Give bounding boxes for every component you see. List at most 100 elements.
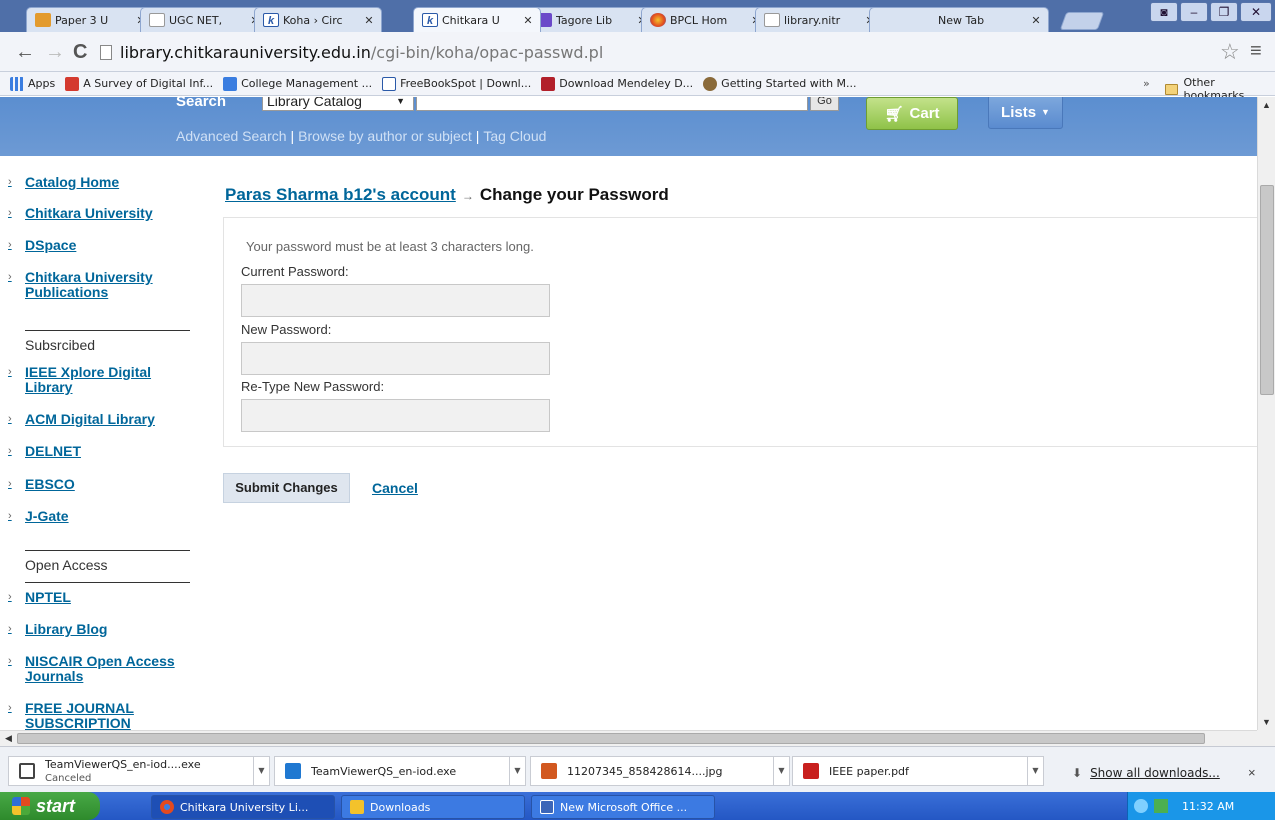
sidebar-item-chitkara[interactable]: › Chitkara University <box>8 206 153 221</box>
submit-changes-button[interactable]: Submit Changes <box>223 473 350 503</box>
tab-label: Tagore Lib <box>556 13 613 27</box>
bullet-icon: › <box>8 623 12 635</box>
teamviewer-icon <box>285 763 301 779</box>
download-filename: TeamViewerQS_en-iod.exe <box>311 764 457 778</box>
close-icon[interactable]: ✕ <box>522 14 534 27</box>
tab-bpcl-home[interactable]: BPCL Hom ✕ <box>641 7 769 32</box>
horizontal-scrollbar[interactable]: ◀ ▶ <box>0 730 1269 746</box>
back-arrow-icon[interactable]: ← <box>15 42 35 62</box>
bookmark-college-mgmt[interactable]: College Management ... <box>223 76 372 91</box>
scrollbar-thumb[interactable] <box>1260 185 1274 395</box>
chevron-down-icon[interactable]: ▼ <box>509 756 525 786</box>
bullet-icon: › <box>8 510 12 522</box>
tag-cloud-link[interactable]: Tag Cloud <box>483 128 546 144</box>
sidebar-item-free-journal[interactable]: › FREE JOURNAL SUBSCRIPTION <box>8 701 178 731</box>
current-password-label: Current Password: <box>241 264 349 279</box>
catalog-select[interactable]: Library Catalog ▼ <box>262 97 414 111</box>
task-downloads[interactable]: Downloads <box>341 795 525 819</box>
bookmarks-overflow-icon[interactable]: » <box>1143 77 1150 90</box>
forward-arrow-icon[interactable]: → <box>45 42 65 62</box>
minimize-icon[interactable]: – <box>1180 2 1208 22</box>
task-office[interactable]: New Microsoft Office ... <box>531 795 715 819</box>
vertical-scrollbar[interactable]: ▲ ▼ <box>1257 97 1275 730</box>
show-all-downloads[interactable]: ⬇ Show all downloads... <box>1072 766 1220 780</box>
hamburger-menu-icon[interactable]: ≡ <box>1250 40 1262 63</box>
scroll-up-icon[interactable]: ▲ <box>1262 100 1271 110</box>
download-item[interactable]: IEEE paper.pdf ▼ <box>792 756 1044 786</box>
user-icon[interactable]: ◙ <box>1150 2 1178 22</box>
sidebar-item-nptel[interactable]: › NPTEL <box>8 590 71 605</box>
google-sites-icon <box>223 76 238 91</box>
downloads-shelf: TeamViewerQS_en-iod....exe Canceled ▼ Te… <box>0 746 1275 792</box>
task-chrome[interactable]: Chitkara University Li... <box>151 795 335 819</box>
address-bar[interactable]: library.chitkarauniversity.edu.in/cgi-bi… <box>100 40 1194 64</box>
retype-password-field[interactable] <box>241 399 550 432</box>
new-tab-button[interactable] <box>1059 12 1105 30</box>
close-icon[interactable]: × <box>1248 765 1256 780</box>
reload-icon[interactable]: C <box>73 42 87 62</box>
scrollbar-corner <box>1257 730 1275 746</box>
current-password-field[interactable] <box>241 284 550 317</box>
advanced-search-link[interactable]: Advanced Search <box>176 128 287 144</box>
close-icon[interactable]: ✕ <box>363 14 375 27</box>
sidebar-item-catalog-home[interactable]: › Catalog Home <box>8 175 119 190</box>
close-window-icon[interactable]: ✕ <box>1240 2 1272 22</box>
cart-button[interactable]: 🛒︎ Cart <box>866 97 958 130</box>
tab-koha-circ[interactable]: k Koha › Circ ✕ <box>254 7 382 32</box>
start-button[interactable]: start <box>0 792 100 820</box>
tray-arrow-icon[interactable] <box>1134 799 1148 813</box>
sidebar-item-ebsco[interactable]: › EBSCO <box>8 477 75 492</box>
download-item[interactable]: TeamViewerQS_en-iod.exe ▼ <box>274 756 526 786</box>
sidebar-link-label: DSpace <box>25 237 77 253</box>
sidebar-item-niscair[interactable]: › NISCAIR Open Access Journals <box>8 654 203 684</box>
bookmark-mendeley[interactable]: Download Mendeley D... <box>541 76 693 91</box>
show-all-link[interactable]: Show all downloads... <box>1090 766 1220 780</box>
go-button[interactable]: Go <box>810 97 839 111</box>
sidebar-item-jgate[interactable]: › J-Gate <box>8 509 69 524</box>
account-link[interactable]: Paras Sharma b12's account <box>225 185 456 204</box>
scroll-left-icon[interactable]: ◀ <box>5 733 12 744</box>
tab-new-tab[interactable]: New Tab ✕ <box>869 7 1049 32</box>
sidebar-heading-subscribed: Subsrcibed <box>25 330 190 353</box>
chevron-down-icon[interactable]: ▼ <box>1027 756 1043 786</box>
bookmark-survey[interactable]: A Survey of Digital Inf... <box>65 76 213 91</box>
sidebar-item-acm[interactable]: › ACM Digital Library <box>8 412 155 427</box>
download-status: Canceled <box>45 772 92 784</box>
chevron-down-icon[interactable]: ▼ <box>253 756 269 786</box>
restore-icon[interactable]: ❐ <box>1210 2 1238 22</box>
sidebar-link-label: Chitkara University Publications <box>25 269 153 300</box>
search-input[interactable] <box>416 97 808 111</box>
network-icon[interactable] <box>1154 799 1168 813</box>
scrollbar-thumb[interactable] <box>17 733 1205 744</box>
download-item[interactable]: 11207345_858428614....jpg ▼ <box>530 756 790 786</box>
sidebar-item-dspace[interactable]: › DSpace <box>8 238 76 253</box>
scroll-down-icon[interactable]: ▼ <box>1262 717 1271 727</box>
password-hint: Your password must be at least 3 charact… <box>246 239 534 254</box>
cart-icon: 🛒︎ <box>884 105 904 123</box>
bookmark-getting-started[interactable]: Getting Started with M... <box>703 76 857 91</box>
bookmark-apps[interactable]: Apps <box>10 76 55 91</box>
sidebar-item-ieee[interactable]: › IEEE Xplore Digital Library <box>8 365 188 395</box>
sidebar-item-library-blog[interactable]: › Library Blog <box>8 622 107 637</box>
tab-library-nitr[interactable]: library.nitr ✕ <box>755 7 883 32</box>
cancel-link[interactable]: Cancel <box>372 480 418 496</box>
bookmark-freebookspot[interactable]: FreeBookSpot | Downl... <box>382 76 531 91</box>
sidebar-item-publications[interactable]: › Chitkara University Publications <box>8 270 188 300</box>
bookmark-star-icon[interactable]: ☆ <box>1220 39 1240 65</box>
tab-label: BPCL Hom <box>670 13 728 27</box>
tab-tagore-lib[interactable]: Tagore Lib ✕ <box>527 7 655 32</box>
tab-paper3[interactable]: Paper 3 U ✕ <box>26 7 154 32</box>
browse-link[interactable]: Browse by author or subject <box>298 128 472 144</box>
sidebar-item-delnet[interactable]: › DELNET <box>8 444 81 459</box>
sidebar-link-label: Chitkara University <box>25 205 153 221</box>
tab-chitkara-active[interactable]: k Chitkara U ✕ <box>413 7 541 32</box>
tab-ugc-net[interactable]: UGC NET, ✕ <box>140 7 268 32</box>
sidebar-link-label: IEEE Xplore Digital Library <box>25 364 152 395</box>
new-password-field[interactable] <box>241 342 550 375</box>
folder-icon <box>350 800 364 814</box>
url-path: /cgi-bin/koha/opac-passwd.pl <box>370 42 604 62</box>
chevron-down-icon[interactable]: ▼ <box>773 756 789 786</box>
download-item[interactable]: TeamViewerQS_en-iod....exe Canceled ▼ <box>8 756 270 786</box>
lists-button[interactable]: Lists ▼ <box>988 97 1063 129</box>
close-icon[interactable]: ✕ <box>1030 14 1042 27</box>
